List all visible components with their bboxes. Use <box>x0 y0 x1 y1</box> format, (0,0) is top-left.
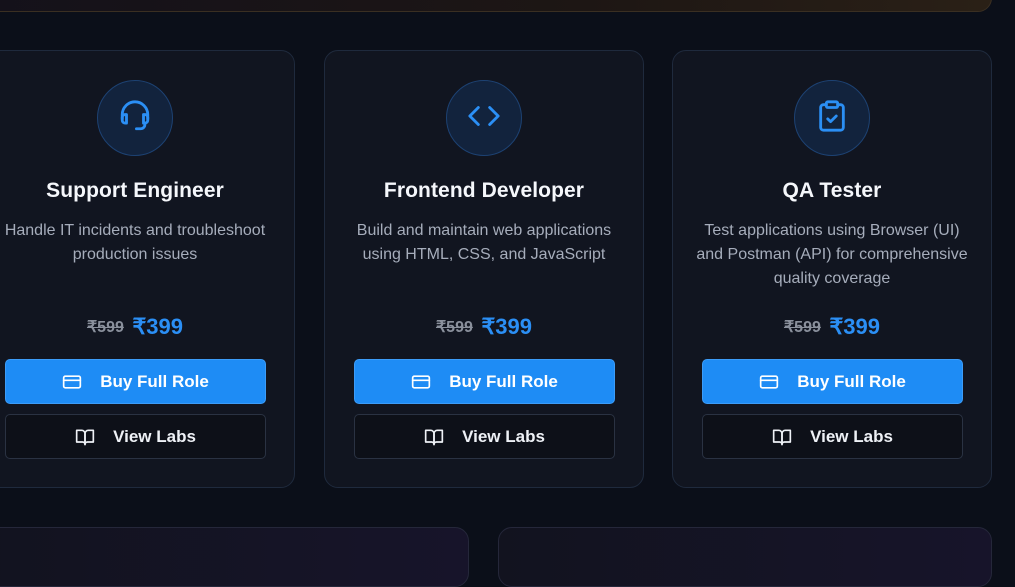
buy-button-label: Buy Full Role <box>100 371 209 391</box>
book-open-icon <box>772 427 792 447</box>
card-title: Frontend Developer <box>383 179 585 202</box>
view-labs-button[interactable]: View Labs <box>5 414 266 459</box>
buy-full-role-button[interactable]: Buy Full Role <box>354 359 615 404</box>
next-row-card-right <box>498 527 992 587</box>
price-row: ₹599 ₹399 <box>325 314 643 340</box>
role-icon-badge <box>794 80 870 156</box>
new-price: ₹399 <box>481 314 533 339</box>
buy-full-role-button[interactable]: Buy Full Role <box>702 359 963 404</box>
buy-full-role-button[interactable]: Buy Full Role <box>5 359 266 404</box>
card-description: Handle IT incidents and troubleshoot pro… <box>4 222 266 263</box>
credit-card-icon <box>62 372 82 392</box>
view-button-label: View Labs <box>113 426 196 446</box>
view-button-label: View Labs <box>462 426 545 446</box>
clipboard-check-icon <box>815 99 849 138</box>
card-description: Test applications using Browser (UI) and… <box>696 222 968 287</box>
card-description: Build and maintain web applications usin… <box>356 222 612 263</box>
credit-card-icon <box>759 372 779 392</box>
credit-card-icon <box>411 372 431 392</box>
price-row: ₹599 ₹399 <box>0 314 294 340</box>
old-price: ₹599 <box>86 319 124 336</box>
new-price: ₹399 <box>829 314 881 339</box>
card-title: QA Tester <box>782 179 882 202</box>
headset-icon <box>118 99 152 138</box>
view-button-label: View Labs <box>810 426 893 446</box>
old-price: ₹599 <box>783 319 821 336</box>
book-open-icon <box>424 427 444 447</box>
buy-button-label: Buy Full Role <box>449 371 558 391</box>
role-icon-badge <box>97 80 173 156</box>
role-icon-badge <box>446 80 522 156</box>
price-row: ₹599 ₹399 <box>673 314 991 340</box>
new-price: ₹399 <box>132 314 184 339</box>
top-banner <box>0 0 992 12</box>
buy-button-label: Buy Full Role <box>797 371 906 391</box>
role-card-qa-tester: QA Tester Test applications using Browse… <box>672 50 992 488</box>
role-card-support-engineer: Support Engineer Handle IT incidents and… <box>0 50 295 488</box>
view-labs-button[interactable]: View Labs <box>354 414 615 459</box>
next-row-card-left <box>0 527 469 587</box>
view-labs-button[interactable]: View Labs <box>702 414 963 459</box>
old-price: ₹599 <box>435 319 473 336</box>
card-title: Support Engineer <box>46 179 224 202</box>
code-icon <box>467 99 501 138</box>
role-card-frontend-developer: Frontend Developer Build and maintain we… <box>324 50 644 488</box>
book-open-icon <box>75 427 95 447</box>
